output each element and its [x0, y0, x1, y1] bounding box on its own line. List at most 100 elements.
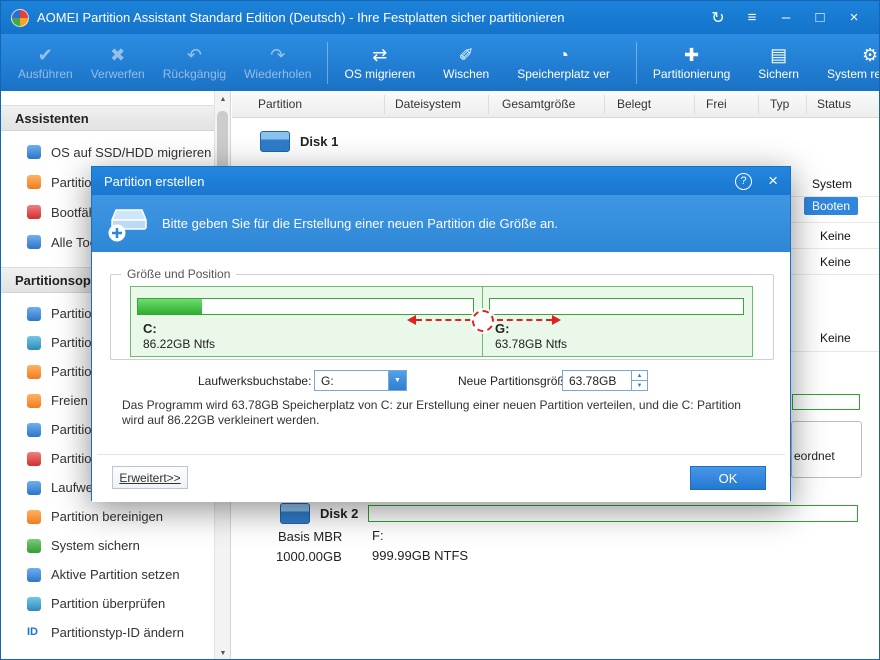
redo-icon: ↷	[270, 45, 286, 65]
partition-g-letter: G:	[495, 321, 510, 336]
sidebar-item-wipe-partition[interactable]: Partition bereinigen	[1, 502, 230, 531]
dialog-title-bar: Partition erstellen ? ×	[92, 167, 790, 195]
disk2-partition-bar[interactable]	[368, 505, 858, 522]
partitioning-label: Partitionierung	[652, 67, 731, 81]
partition-g-block[interactable]: G: 63.78GB Ntfs	[483, 287, 752, 356]
dialog-banner: Bitte geben Sie für die Erstellung einer…	[92, 195, 790, 252]
sidebar-item-set-active-partition[interactable]: Aktive Partition setzen	[1, 560, 230, 589]
allocate-space-button[interactable]: ◔ Speicherplatz ver	[508, 41, 619, 84]
dialog-info-text: Das Programm wird 63.78GB Speicherplatz …	[122, 398, 741, 427]
status-badge-selected: Booten	[804, 197, 859, 215]
check-partition-icon	[27, 596, 41, 611]
disk1-row[interactable]: Disk 1	[260, 131, 338, 152]
scroll-down-icon[interactable]: ▼	[215, 645, 231, 659]
chevron-down-icon[interactable]: ▼	[388, 371, 406, 390]
undo-label: Rückgängig	[162, 67, 227, 81]
create-partition-dialog: Partition erstellen ? × Bitte geben Sie …	[91, 166, 791, 502]
partition-c-block[interactable]: C: 86.22GB Ntfs	[131, 287, 483, 356]
sidebar-item-label: Partitionstyp-ID ändern	[51, 625, 184, 640]
resize-handle[interactable]	[472, 310, 494, 332]
column-status[interactable]: Status	[817, 97, 851, 111]
row-separator	[788, 351, 879, 352]
help-icon[interactable]: ?	[735, 172, 753, 190]
allocate-free-space-icon	[27, 393, 41, 408]
column-partition[interactable]: Partition	[258, 97, 302, 111]
wipe-label: Wischen	[443, 67, 490, 81]
partition-resize-widget: C: 86.22GB Ntfs G: 63.78GB Ntfs	[130, 286, 753, 357]
unallocated-label: eordnet	[794, 449, 835, 463]
status-value: Keine	[820, 229, 851, 243]
redo-button[interactable]: ↷ Wiederholen	[235, 41, 320, 84]
close-button[interactable]: ×	[839, 5, 869, 31]
drive-letter-select[interactable]: G: ▼	[314, 370, 407, 391]
format-partition-icon	[27, 451, 41, 466]
status-value: Keine	[820, 331, 851, 345]
spin-down-icon[interactable]: ▼	[632, 381, 647, 390]
column-total-size[interactable]: Gesamtgröße	[502, 97, 575, 111]
partition-c-used-fill	[138, 299, 202, 314]
allocate-space-icon: ◔	[558, 45, 569, 65]
execute-button[interactable]: ✔ Ausführen	[9, 41, 82, 84]
dialog-subtitle: Bitte geben Sie für die Erstellung einer…	[162, 216, 559, 231]
row-separator	[788, 222, 879, 223]
disk-icon	[280, 503, 310, 524]
clone-partition-icon	[27, 175, 41, 189]
toolbar: ✔ Ausführen ✖ Verwerfen ↶ Rückgängig ↷ W…	[1, 34, 879, 91]
menu-icon[interactable]: ≡	[737, 5, 767, 31]
header-separator	[384, 95, 385, 114]
unallocated-block-fragment[interactable]: eordnet	[791, 421, 862, 478]
new-partition-icon	[108, 208, 148, 241]
spin-up-icon[interactable]: ▲	[632, 371, 647, 381]
all-tools-icon	[27, 235, 41, 249]
disk2-row[interactable]: Disk 2	[280, 503, 358, 524]
partition-type-id-icon: ID	[27, 625, 38, 638]
backup-system-icon	[27, 538, 41, 553]
column-used[interactable]: Belegt	[617, 97, 651, 111]
partition-size-value: 63.78GB	[569, 373, 617, 388]
column-free[interactable]: Frei	[706, 97, 727, 111]
scroll-up-icon[interactable]: ▲	[215, 91, 231, 107]
disk1-name: Disk 1	[300, 134, 339, 149]
header-separator	[604, 95, 605, 114]
execute-icon: ✔	[37, 45, 53, 65]
dialog-close-icon[interactable]: ×	[768, 171, 778, 191]
merge-partition-icon	[27, 335, 41, 350]
disk-table-header: Partition Dateisystem Gesamtgröße Belegt…	[232, 91, 879, 118]
sidebar-item-label: OS auf SSD/HDD migrieren	[51, 144, 212, 160]
window-controls: ↻ ≡ – □ ×	[703, 5, 869, 31]
sidebar-item-check-partition[interactable]: Partition überprüfen	[1, 589, 230, 618]
resize-arrow-left-line	[416, 319, 471, 321]
undo-button[interactable]: ↶ Rückgängig	[154, 41, 235, 84]
column-type[interactable]: Typ	[770, 97, 789, 111]
maximize-button[interactable]: □	[805, 5, 835, 31]
column-filesystem[interactable]: Dateisystem	[395, 97, 461, 111]
migrate-os-icon	[27, 145, 41, 159]
status-value: System	[812, 177, 853, 191]
dialog-separator	[97, 454, 785, 455]
size-position-groupbox: Größe und Position C: 86.22GB Ntfs G: 63…	[110, 267, 774, 360]
split-partition-icon	[27, 364, 41, 379]
sidebar-item-label: Partition überprüfen	[51, 596, 166, 611]
header-separator	[806, 95, 807, 114]
header-separator	[758, 95, 759, 114]
sidebar-item-change-partition-type-id[interactable]: ID Partitionstyp-ID ändern	[1, 618, 230, 647]
ok-button[interactable]: OK	[690, 466, 766, 490]
disk1-partition-bar-fragment	[792, 394, 860, 410]
minimize-button[interactable]: –	[771, 5, 801, 31]
migrate-os-button[interactable]: ⇄ OS migrieren	[335, 41, 424, 84]
sidebar-item-migrate-os[interactable]: OS auf SSD/HDD migrieren	[1, 137, 230, 167]
dialog-body: Größe und Position C: 86.22GB Ntfs G: 63…	[92, 252, 790, 502]
sidebar-item-backup-system[interactable]: System sichern	[1, 531, 230, 560]
redo-label: Wiederholen	[244, 67, 312, 81]
partition-size-input[interactable]: 63.78GB ▲ ▼	[562, 370, 648, 391]
partitioning-button[interactable]: ✚ Partitionierung	[644, 41, 739, 84]
discard-icon: ✖	[110, 45, 126, 65]
system-clean-button[interactable]: ⚙ System reinigen	[818, 41, 879, 84]
advanced-button[interactable]: Erweitert>>	[112, 466, 188, 489]
discard-button[interactable]: ✖ Verwerfen	[82, 41, 154, 84]
system-clean-icon: ⚙	[861, 45, 879, 65]
header-separator	[488, 95, 489, 114]
wipe-button[interactable]: ✐ Wischen	[434, 41, 498, 84]
backup-button[interactable]: ▤ Sichern	[749, 41, 808, 84]
refresh-icon[interactable]: ↻	[703, 5, 733, 31]
